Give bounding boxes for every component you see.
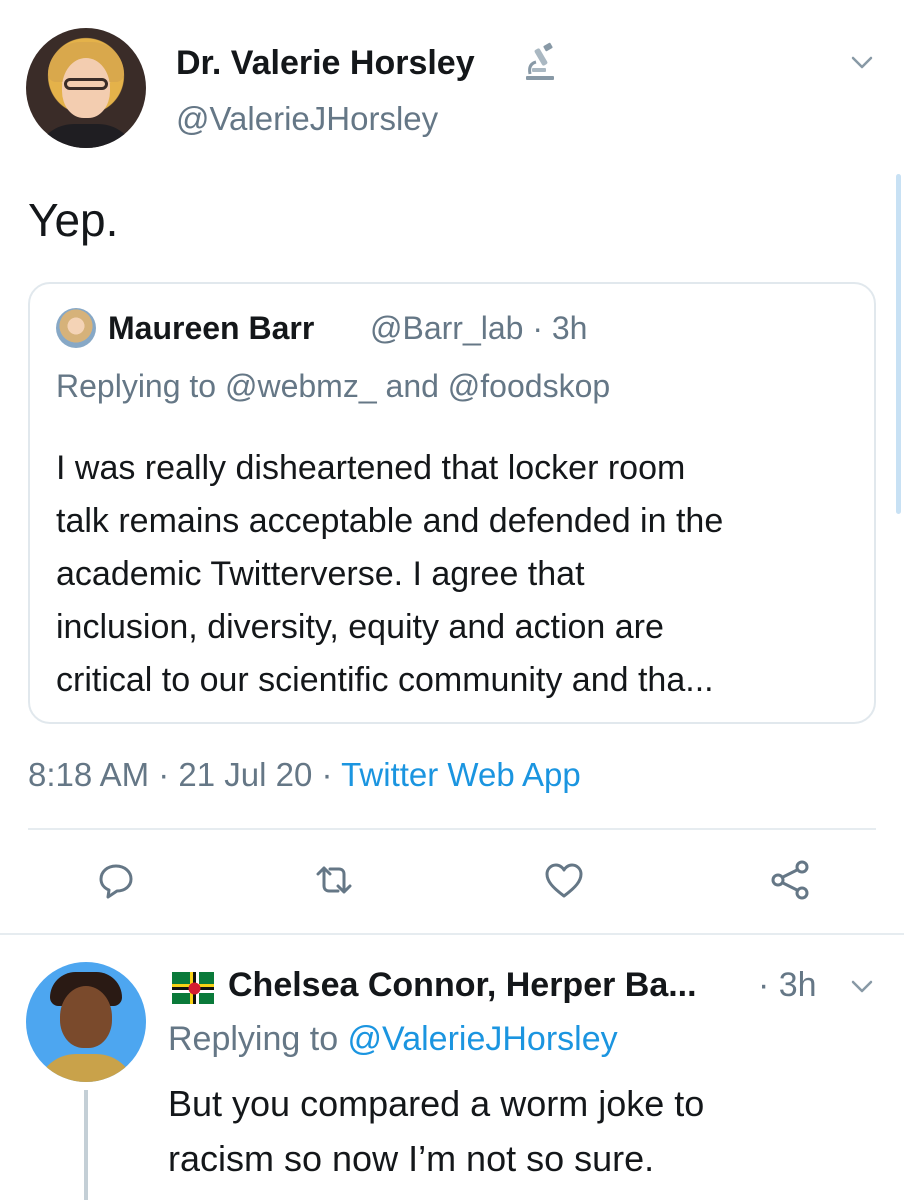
- dominica-flag-icon: [172, 972, 214, 1004]
- chevron-down-icon[interactable]: [848, 972, 876, 1000]
- avatar-glasses: [64, 78, 108, 90]
- section-divider: [0, 933, 904, 935]
- quoted-body-line: I was really disheartened that locker ro…: [56, 449, 686, 487]
- like-icon[interactable]: [542, 858, 586, 902]
- replying-users: @webmz_ and @foodskop: [224, 368, 611, 404]
- chevron-down-icon[interactable]: [848, 48, 876, 76]
- thread-line: [84, 1090, 88, 1200]
- reply-body: But you compared a worm joke to racism s…: [168, 1076, 704, 1186]
- tweet-meta: 8:18 AM · 21 Jul 20 · Twitter Web App: [28, 756, 581, 794]
- reply-author-name[interactable]: Chelsea Connor, Herper Ba...: [228, 966, 697, 1005]
- quoted-time: 3h: [551, 310, 588, 346]
- reply-icon[interactable]: [94, 858, 138, 902]
- reply-replying-to: Replying to @ValerieJHorsley: [168, 1020, 618, 1059]
- avatar-shirt: [34, 124, 138, 148]
- author-avatar[interactable]: [26, 28, 146, 148]
- replying-prefix: Replying to: [168, 1020, 348, 1058]
- retweet-icon[interactable]: [312, 858, 356, 902]
- quoted-body-line: critical to our scientific community and…: [56, 661, 714, 699]
- tweet-source-link[interactable]: Twitter Web App: [341, 756, 581, 793]
- quoted-author-name: Maureen Barr: [108, 310, 315, 346]
- author-display-name[interactable]: Dr. Valerie Horsley: [176, 44, 475, 83]
- author-handle[interactable]: @ValerieJHorsley: [176, 100, 438, 138]
- avatar-face: [60, 986, 112, 1048]
- replying-user-link[interactable]: @ValerieJHorsley: [348, 1020, 618, 1058]
- tweet-text: Yep.: [28, 194, 119, 246]
- quoted-author-handle: @Barr_lab: [370, 310, 524, 346]
- reply-author-avatar[interactable]: [26, 962, 146, 1082]
- quoted-body-line: academic Twitterverse. I agree that: [56, 555, 585, 593]
- tweet-timestamp: 8:18 AM · 21 Jul 20 ·: [28, 756, 342, 793]
- quoted-body-line: talk remains acceptable and defended in …: [56, 502, 724, 540]
- divider: [28, 828, 876, 830]
- quoted-author-avatar: [56, 308, 96, 348]
- replying-prefix: Replying to: [56, 368, 217, 404]
- dot-separator: ·: [532, 310, 552, 346]
- quoted-author-meta: @Barr_lab · 3h: [370, 310, 587, 347]
- share-icon[interactable]: [768, 858, 812, 902]
- quoted-body: I was really disheartened that locker ro…: [56, 442, 856, 707]
- quoted-replying-to: Replying to @webmz_ and @foodskop: [56, 368, 610, 405]
- scrollbar[interactable]: [896, 174, 901, 514]
- avatar-body: [36, 1054, 136, 1082]
- reply-body-line: But you compared a worm joke to: [168, 1083, 705, 1124]
- microscope-icon: [526, 42, 554, 80]
- reply-body-line: racism so now I’m not so sure.: [168, 1138, 655, 1179]
- quoted-body-line: inclusion, diversity, equity and action …: [56, 608, 664, 646]
- reply-time: · 3h: [758, 966, 817, 1004]
